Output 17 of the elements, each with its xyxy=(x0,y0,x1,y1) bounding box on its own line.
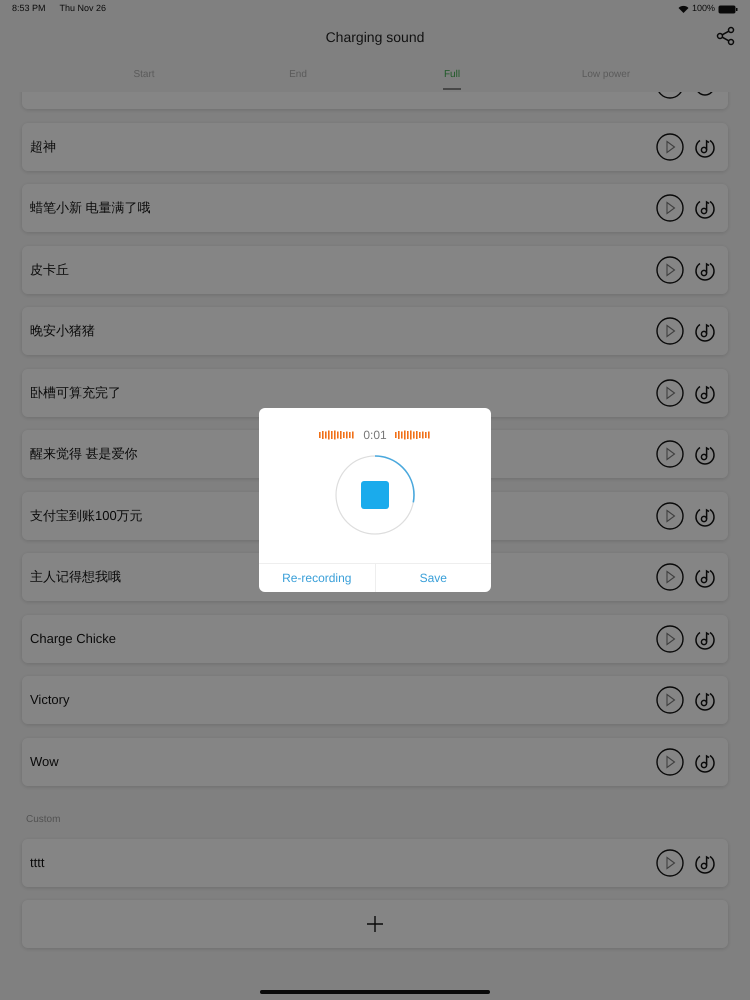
battery-percent: 100% xyxy=(692,2,715,16)
sound-name: Charge Chicke xyxy=(30,630,116,648)
recording-timer: 0:01 xyxy=(363,427,387,444)
status-time: 8:53 PM xyxy=(12,2,46,16)
sound-name: Victory xyxy=(30,691,70,710)
sound-name: 主人记得想我哦 xyxy=(30,568,121,586)
sound-name: 醒来觉得 甚是爱你 xyxy=(30,445,138,464)
status-date: Thu Nov 26 xyxy=(60,2,108,16)
sound-name: Wow xyxy=(30,752,59,771)
sound-name: 超神 xyxy=(30,138,56,156)
sound-name: 卧槽可算充完了 xyxy=(30,384,121,402)
page-title: Charging sound xyxy=(326,28,424,47)
sound-name: 支付宝到账100万元 xyxy=(30,506,143,525)
sound-name: 蜡笔小新 电量满了哦 xyxy=(30,199,151,218)
sound-name: 晚安小猪猪 xyxy=(30,322,95,340)
sound-name: 皮卡丘 xyxy=(30,260,69,279)
sound-name: tttt xyxy=(30,854,44,872)
